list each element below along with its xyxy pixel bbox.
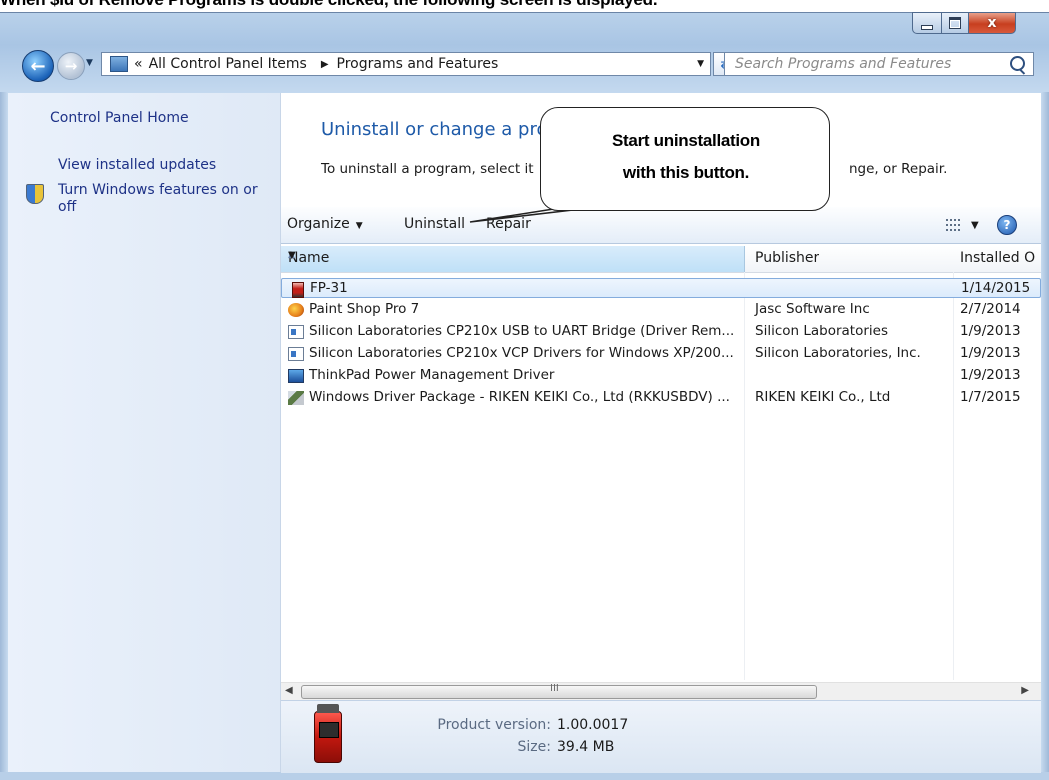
size-value: 39.4 MB (557, 739, 615, 755)
horizontal-scrollbar[interactable]: ◀ III ▶ (281, 682, 1041, 700)
scroll-left-icon[interactable]: ◀ (285, 685, 293, 696)
column-header-publisher[interactable]: Publisher (755, 250, 819, 266)
forward-button[interactable]: → (57, 52, 85, 80)
breadcrumb-separator-icon[interactable]: ▶ (321, 59, 329, 70)
control-panel-icon (110, 56, 128, 72)
program-installed-date: 1/9/2013 (960, 345, 1021, 361)
column-header-name[interactable]: Name ▲ ▼ (281, 246, 745, 272)
command-toolbar: Organize ▼ Uninstall Repair ▼ ? (281, 207, 1041, 244)
table-row[interactable]: Silicon Laboratories CP210x USB to UART … (281, 322, 1041, 342)
sidebar-link-windows-features-line2: off (58, 199, 77, 215)
page-description: To uninstall a program, select it (321, 161, 534, 177)
callout-line-2: with this button. (622, 163, 750, 182)
document-caption: When $Iu of Remove Programs is double cl… (0, 0, 900, 12)
scroll-right-icon[interactable]: ▶ (1021, 685, 1029, 696)
program-installed-date: 1/7/2015 (960, 389, 1021, 405)
close-icon: x (987, 15, 997, 31)
annotation-callout: Start uninstallation with this button. (540, 107, 830, 211)
driver-package-icon (288, 391, 304, 405)
organize-label: Organize (287, 216, 350, 232)
paint-shop-pro-icon (288, 303, 304, 317)
driver-icon (288, 325, 304, 339)
window-frame-bottom (0, 772, 1049, 780)
column-header-installed-on[interactable]: Installed O (960, 250, 1041, 266)
fp31-device-icon (314, 704, 342, 763)
minimize-button[interactable] (912, 12, 942, 34)
help-icon[interactable]: ? (997, 215, 1017, 235)
search-icon[interactable] (1010, 56, 1025, 71)
product-version-label: Product version: (437, 717, 551, 733)
column-header-row: Name ▲ ▼ Publisher Installed O (281, 246, 1041, 273)
table-row[interactable]: FP-31 1/14/2015 (281, 278, 1041, 298)
program-name: Windows Driver Package - RIKEN KEIKI Co.… (309, 389, 730, 405)
program-installed-date: 1/14/2015 (961, 280, 1031, 296)
scrollbar-grip: III (550, 683, 559, 694)
tasks-sidebar: Control Panel Home View installed update… (8, 93, 281, 772)
maximize-button[interactable] (941, 12, 969, 34)
back-button[interactable]: ← (22, 50, 54, 82)
address-bar[interactable]: « All Control Panel Items ▶ Programs and… (101, 52, 711, 76)
sidebar-link-windows-features-line1: Turn Windows features on or (58, 182, 258, 198)
program-installed-date: 1/9/2013 (960, 367, 1021, 383)
sidebar-link-control-panel-home[interactable]: Control Panel Home (50, 110, 189, 127)
table-row[interactable]: ThinkPad Power Management Driver 1/9/201… (281, 366, 1041, 386)
maximize-icon (949, 17, 961, 29)
driver-icon (288, 347, 304, 361)
close-button[interactable]: x (968, 12, 1016, 34)
program-publisher: Silicon Laboratories (755, 323, 888, 339)
table-row[interactable]: Windows Driver Package - RIKEN KEIKI Co.… (281, 388, 1041, 408)
sidebar-link-view-installed-updates[interactable]: View installed updates (58, 157, 216, 174)
window-frame-right (1041, 92, 1049, 780)
callout-text: Start uninstallation with this button. (541, 125, 831, 189)
program-publisher: Silicon Laboratories, Inc. (755, 345, 921, 361)
program-publisher: RIKEN KEIKI Co., Ltd (755, 389, 891, 405)
table-row[interactable]: Paint Shop Pro 7 Jasc Software Inc 2/7/2… (281, 300, 1041, 320)
fp31-device-icon (292, 282, 304, 298)
program-name: FP-31 (310, 280, 348, 296)
search-placeholder: Search Programs and Features (735, 56, 952, 72)
breadcrumb-all-control-panel-items[interactable]: All Control Panel Items (149, 56, 307, 72)
program-name: Silicon Laboratories CP210x USB to UART … (309, 323, 735, 339)
size-label: Size: (517, 739, 551, 755)
page-description-tail: nge, or Repair. (849, 161, 948, 177)
program-installed-date: 2/7/2014 (960, 301, 1021, 317)
callout-line-1: Start uninstallation (612, 131, 760, 150)
organize-menu-button[interactable]: Organize ▼ (287, 216, 363, 232)
thinkpad-icon (288, 369, 304, 383)
program-name: ThinkPad Power Management Driver (309, 367, 555, 383)
program-name: Silicon Laboratories CP210x VCP Drivers … (309, 345, 734, 361)
address-dropdown-icon[interactable]: ▼ (697, 59, 704, 69)
window-frame-left (0, 92, 8, 780)
change-view-icon[interactable] (946, 219, 960, 231)
view-options-dropdown-icon[interactable]: ▼ (971, 220, 979, 231)
uninstall-button[interactable]: Uninstall (404, 216, 465, 232)
details-pane: Product version: 1.00.0017 Size: 39.4 MB (281, 700, 1041, 773)
forward-arrow-icon: → (64, 57, 78, 75)
name-filter-dropdown-icon[interactable]: ▼ (288, 250, 296, 261)
product-version-value: 1.00.0017 (557, 717, 629, 733)
program-publisher: Jasc Software Inc (755, 301, 870, 317)
program-name: Paint Shop Pro 7 (309, 301, 420, 317)
search-input[interactable]: Search Programs and Features (724, 52, 1034, 76)
programs-and-features-window: When $Iu of Remove Programs is double cl… (0, 0, 1049, 780)
scrollbar-thumb[interactable]: III (301, 683, 817, 699)
breadcrumb-programs-and-features[interactable]: Programs and Features (337, 56, 499, 72)
back-arrow-icon: ← (30, 55, 46, 77)
uac-shield-icon (26, 184, 44, 204)
breadcrumb-overflow-icon[interactable]: « (134, 56, 143, 72)
minimize-icon (921, 24, 933, 30)
recent-pages-dropdown[interactable]: ▼ (86, 58, 96, 72)
program-installed-date: 1/9/2013 (960, 323, 1021, 339)
table-row[interactable]: Silicon Laboratories CP210x VCP Drivers … (281, 344, 1041, 364)
organize-dropdown-icon: ▼ (355, 221, 363, 231)
sidebar-link-windows-features[interactable]: Turn Windows features on or off (58, 182, 258, 216)
